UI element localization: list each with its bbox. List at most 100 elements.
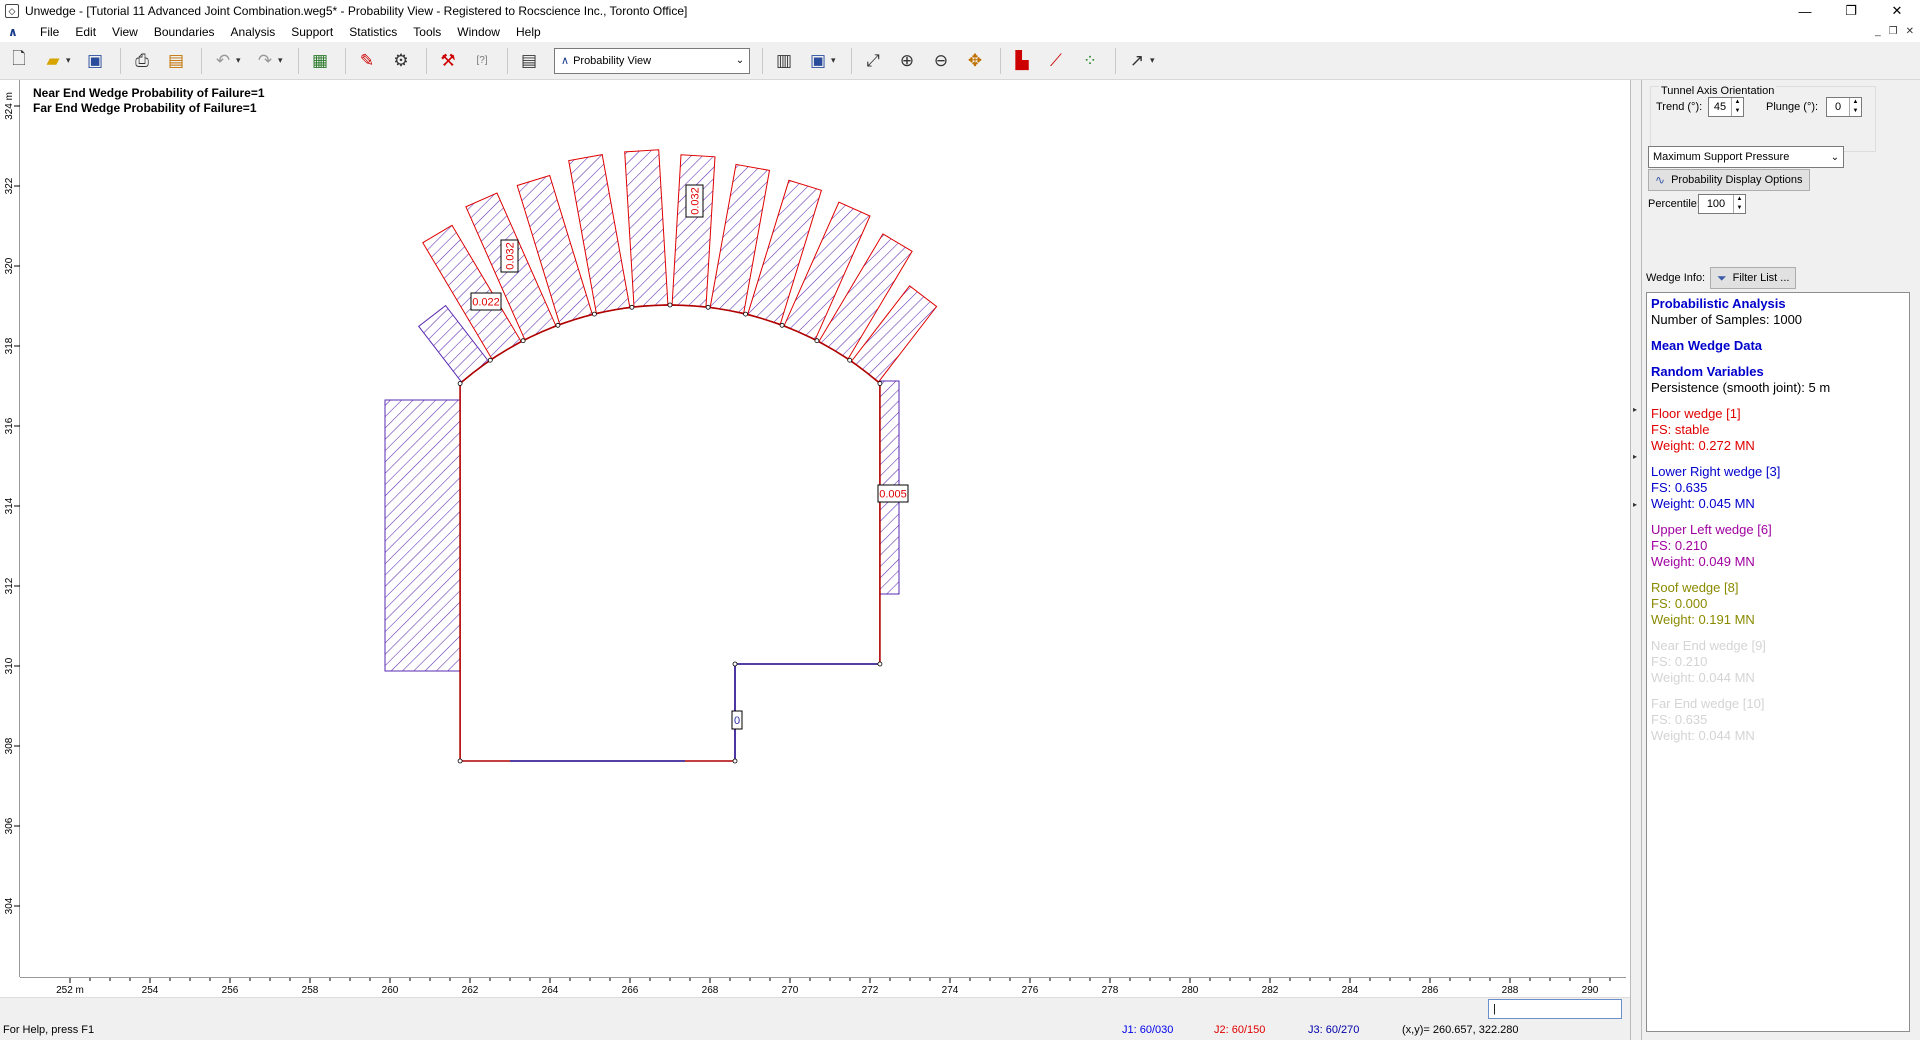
- probability-display-options-button[interactable]: ∿ Probability Display Options: [1648, 169, 1810, 191]
- menu-bar: ∧ File Edit View Boundaries Analysis Sup…: [0, 22, 1920, 42]
- view-select[interactable]: ∧ Probability View ⌄: [554, 47, 750, 74]
- minimize-button[interactable]: —: [1782, 0, 1828, 22]
- save-icon[interactable]: ▣: [80, 47, 110, 75]
- scatter-plot-icon[interactable]: ⁘: [1075, 47, 1105, 75]
- horizontal-scrollbar[interactable]: |: [0, 997, 1630, 1020]
- close-button[interactable]: ✕: [1874, 0, 1920, 22]
- wedge-name: Floor wedge [1]: [1651, 406, 1741, 421]
- menu-help[interactable]: Help: [508, 22, 549, 42]
- trend-value: 45: [1713, 101, 1727, 113]
- menu-support[interactable]: Support: [283, 22, 341, 42]
- wedge-weight: Weight: 0.272 MN: [1651, 438, 1755, 453]
- value-label-text: 0.005: [879, 489, 907, 501]
- x-tick-label: 264: [542, 985, 559, 996]
- histogram-icon[interactable]: ▙: [1007, 47, 1037, 75]
- document-icon[interactable]: ∧: [8, 25, 26, 39]
- value-label-box: 0.032: [685, 184, 704, 218]
- menu-analysis[interactable]: Analysis: [223, 22, 284, 42]
- vertical-ruler-ticks: 324 m322320318316314312310308306304302: [4, 92, 20, 994]
- menu-statistics[interactable]: Statistics: [341, 22, 405, 42]
- print-icon[interactable]: ⎙: [127, 47, 157, 75]
- wedge-info-text[interactable]: Probabilistic Analysis Number of Samples…: [1646, 292, 1910, 1032]
- menu-edit[interactable]: Edit: [67, 22, 104, 42]
- cumulative-plot-icon[interactable]: ⟋: [1041, 47, 1071, 75]
- wedge-entry: Upper Left wedge [6] FS: 0.210 Weight: 0.0…: [1651, 522, 1905, 570]
- chevron-down-icon: ⌄: [735, 55, 745, 66]
- restore-button[interactable]: ❐: [1828, 0, 1874, 22]
- menu-boundaries[interactable]: Boundaries: [146, 22, 223, 42]
- menu-view[interactable]: View: [104, 22, 146, 42]
- tunnel-outline: [457, 302, 883, 764]
- pan-icon[interactable]: ✥: [960, 47, 990, 75]
- roof-pressure-bar: [671, 154, 716, 308]
- roof-pressure-bar: [624, 149, 669, 308]
- spin-arrows-icon[interactable]: ▲ ▼: [1731, 98, 1743, 116]
- boundary-vertex: [743, 311, 748, 317]
- pencil-icon[interactable]: ✎: [352, 47, 382, 75]
- redo-icon[interactable]: ↷: [250, 47, 280, 75]
- spin-arrows-icon[interactable]: ▲ ▼: [1733, 195, 1745, 213]
- menu-file[interactable]: File: [32, 22, 67, 42]
- value-label-text: 0: [734, 715, 740, 727]
- wedge-fs: FS: 0.210: [1651, 654, 1708, 669]
- boundary-vertex: [877, 381, 883, 386]
- wedge-name: Upper Left wedge [6]: [1651, 522, 1772, 537]
- coordinate-input[interactable]: |: [1488, 999, 1622, 1019]
- percentile-spinner[interactable]: 100 ▲ ▼: [1698, 194, 1746, 214]
- wedge-entry: Roof wedge [8] FS: 0.000 Weight: 0.191 MN: [1651, 580, 1905, 628]
- y-tick-label: 306: [4, 817, 15, 834]
- add-view-icon[interactable]: ▣: [803, 47, 833, 75]
- x-tick-label: 282: [1262, 985, 1279, 996]
- spin-arrows-icon[interactable]: ▲ ▼: [1849, 98, 1861, 116]
- wedge-entry: Near End wedge [9] FS: 0.210 Weight: 0.044…: [1651, 638, 1905, 686]
- add-view-dropdown-icon[interactable]: ▾: [831, 55, 841, 66]
- value-label-text: 0.032: [505, 242, 517, 270]
- arrow-dropdown-icon[interactable]: ▾: [1150, 55, 1160, 66]
- settings-table-icon[interactable]: ⚙: [386, 47, 416, 75]
- display-type-select[interactable]: Maximum Support Pressure ⌄: [1648, 146, 1844, 168]
- plunge-spinner[interactable]: 0 ▲ ▼: [1826, 97, 1862, 117]
- undo-dropdown-icon[interactable]: ▾: [236, 55, 246, 66]
- zoom-extents-icon[interactable]: ⤢: [858, 47, 888, 75]
- x-tick-label: 276: [1022, 985, 1039, 996]
- collapse-arrow-icon[interactable]: ▸: [1633, 452, 1637, 461]
- value-label-box: 0.022: [470, 292, 502, 311]
- menu-tools[interactable]: Tools: [405, 22, 449, 42]
- redo-dropdown-icon[interactable]: ▾: [278, 55, 288, 66]
- wedge-entry: Lower Right wedge [3] FS: 0.635 Weight: 0.…: [1651, 464, 1905, 512]
- menu-window[interactable]: Window: [449, 22, 508, 42]
- zoom-in-icon[interactable]: ⊕: [892, 47, 922, 75]
- compute-icon[interactable]: ⚒: [433, 47, 463, 75]
- mdi-restore-button[interactable]: ❐: [1889, 22, 1898, 42]
- mdi-minimize-button[interactable]: _: [1875, 22, 1881, 42]
- excavation-boundary: [459, 304, 881, 762]
- open-dropdown-icon[interactable]: ▾: [66, 55, 76, 66]
- collapse-arrow-icon[interactable]: ▸: [1633, 405, 1637, 414]
- y-tick-label: 314: [4, 497, 15, 514]
- y-tick-label: 310: [4, 657, 15, 674]
- value-label-box: 0: [731, 710, 743, 730]
- grid-colors-icon[interactable]: ▦: [305, 47, 335, 75]
- filter-list-button[interactable]: ⏷ Filter List ...: [1710, 267, 1797, 289]
- status-bar: For Help, press F1 J1: 60/030 J2: 60/150…: [0, 1020, 1630, 1040]
- support-pressure-bars: [384, 149, 938, 672]
- x-tick-label: 284: [1342, 985, 1359, 996]
- report-icon[interactable]: ▤: [514, 47, 544, 75]
- panel-splitter[interactable]: ▸ ▸ ▸: [1630, 80, 1642, 1040]
- sample-count-icon[interactable]: [?]: [467, 47, 497, 75]
- new-file-icon[interactable]: 🗋: [4, 47, 34, 75]
- collapse-arrow-icon[interactable]: ▸: [1633, 500, 1637, 509]
- boundary-vertex: [520, 338, 526, 344]
- x-tick-label: 290: [1582, 985, 1599, 996]
- wedge-entry: Far End wedge [10] FS: 0.635 Weight: 0.044…: [1651, 696, 1905, 744]
- wedge-drawing[interactable]: 0.022 0.032 0.032 0.005 0: [20, 80, 1626, 977]
- zoom-out-icon[interactable]: ⊖: [926, 47, 956, 75]
- probability-view-canvas[interactable]: 324 m322320318316314312310308306304302 0…: [0, 80, 1651, 1020]
- open-folder-icon[interactable]: ▰: [38, 47, 68, 75]
- layout-icon[interactable]: ▥: [769, 47, 799, 75]
- undo-icon[interactable]: ↶: [208, 47, 238, 75]
- trend-spinner[interactable]: 45 ▲ ▼: [1708, 97, 1744, 117]
- mdi-close-button[interactable]: ✕: [1906, 22, 1914, 42]
- arrow-tool-icon[interactable]: ↗: [1122, 47, 1152, 75]
- export-icon[interactable]: ▤: [161, 47, 191, 75]
